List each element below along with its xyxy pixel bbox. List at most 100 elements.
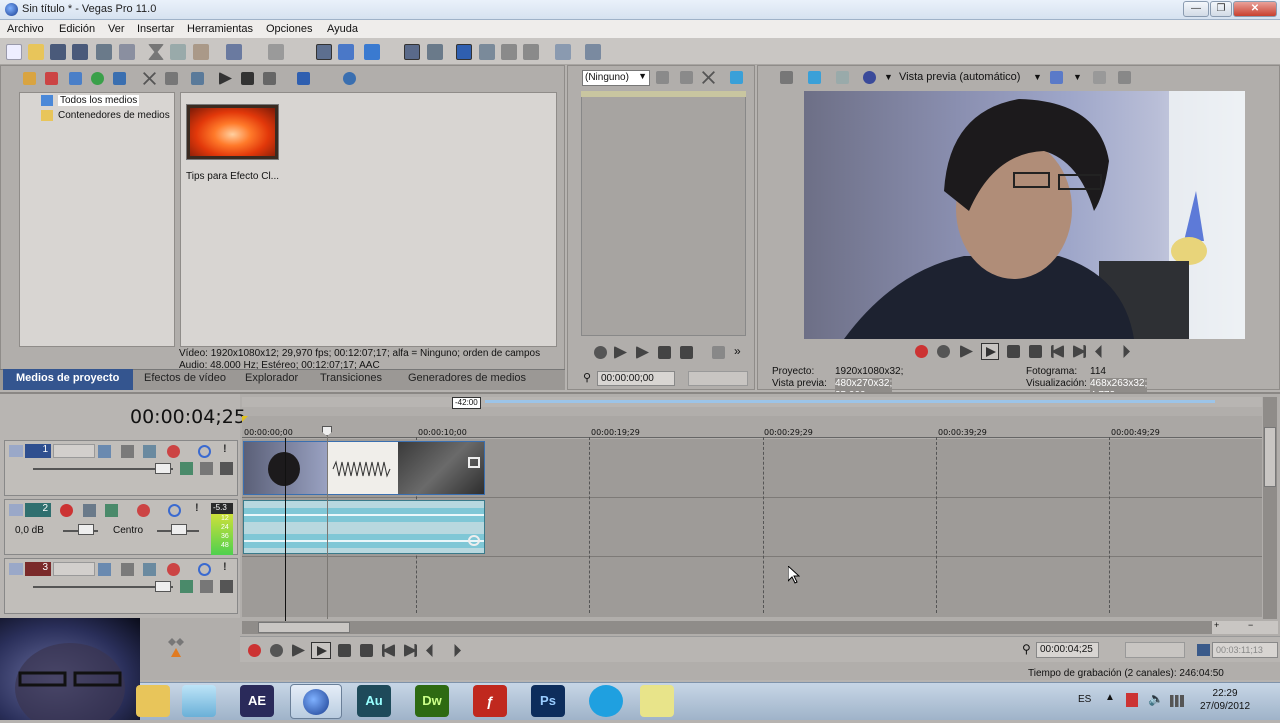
scrollbar-thumb[interactable] — [258, 622, 350, 633]
lock-envelopes-icon[interactable] — [427, 44, 443, 60]
normal-edit-tool-icon[interactable] — [316, 44, 332, 60]
copy-icon[interactable] — [170, 44, 186, 60]
track-collapse-icon[interactable] — [9, 504, 23, 516]
arm-record-icon[interactable] — [60, 504, 73, 517]
media-stop-icon[interactable] — [241, 72, 254, 85]
after-effects-icon[interactable]: AE — [240, 685, 274, 717]
tree-media-bins[interactable]: Contenedores de medios — [58, 110, 170, 121]
ignore-grouping-icon[interactable] — [479, 44, 495, 60]
make-parent-icon[interactable] — [200, 580, 213, 593]
auto-preview-icon[interactable] — [263, 72, 276, 85]
zoom-in-icon[interactable]: + — [1214, 620, 1219, 630]
undo-icon[interactable] — [226, 44, 242, 60]
go-to-start-icon[interactable] — [1051, 345, 1064, 358]
save-snapshot-icon[interactable] — [1118, 71, 1131, 84]
trimmer-play-icon[interactable] — [636, 346, 649, 359]
track-header-video-1[interactable]: 1 ! — [4, 440, 238, 496]
track-fx-gear-icon[interactable] — [167, 563, 180, 576]
audio-event[interactable] — [243, 500, 485, 554]
tab-transitions[interactable]: Transiciones — [320, 372, 382, 384]
opacity-slider-thumb[interactable] — [155, 463, 171, 474]
chevron-down-icon[interactable]: ▼ — [884, 72, 893, 82]
play-from-start-icon[interactable] — [292, 644, 305, 657]
clip-thumbnail[interactable] — [186, 104, 279, 160]
menu-opciones[interactable]: Opciones — [266, 23, 312, 35]
filezilla-icon[interactable]: ƒ — [473, 685, 507, 717]
previous-frame-icon[interactable] — [1095, 345, 1102, 358]
skype-icon[interactable] — [589, 685, 623, 717]
import-media-icon[interactable] — [23, 72, 36, 85]
help-icon[interactable] — [585, 44, 601, 60]
search-icon[interactable] — [343, 72, 356, 85]
split-screen-icon[interactable] — [836, 71, 849, 84]
media-search-icon[interactable] — [113, 72, 126, 85]
cut-icon[interactable] — [148, 44, 164, 60]
stop-icon[interactable] — [360, 644, 373, 657]
play-button[interactable] — [311, 642, 331, 659]
tray-expand-icon[interactable]: ▲ — [1105, 692, 1115, 703]
invert-phase-icon[interactable] — [83, 504, 96, 517]
make-parent-icon[interactable] — [200, 462, 213, 475]
tab-media-generators[interactable]: Generadores de medios — [408, 372, 526, 384]
network-icon[interactable] — [1170, 695, 1184, 707]
vegas-taskbar-button[interactable] — [290, 684, 342, 719]
copy-snapshot-icon[interactable] — [1093, 71, 1106, 84]
preview-quality-icon[interactable] — [863, 71, 876, 84]
mute-icon[interactable] — [198, 445, 211, 458]
script-icon[interactable] — [555, 44, 571, 60]
menu-archivo[interactable]: Archivo — [7, 23, 44, 35]
track-name-field[interactable] — [53, 562, 95, 576]
track-motion-icon[interactable] — [98, 445, 111, 458]
explorer-icon[interactable] — [136, 685, 170, 717]
go-to-start-icon[interactable] — [382, 644, 395, 657]
trimmer-add-icon[interactable] — [680, 71, 693, 84]
trimmer-more-icon[interactable]: » — [734, 344, 741, 358]
track-collapse-icon[interactable] — [9, 445, 23, 457]
track-fx-gear-icon[interactable] — [137, 504, 150, 517]
capture-icon[interactable] — [45, 72, 58, 85]
selection-tool-icon[interactable] — [364, 44, 380, 60]
crossfade-icon[interactable] — [501, 44, 517, 60]
pause-icon[interactable] — [1007, 345, 1020, 358]
playhead-cursor[interactable] — [285, 438, 286, 621]
child-track-icon[interactable] — [180, 580, 193, 593]
zoom-out-icon[interactable]: − — [1248, 620, 1253, 630]
stop-icon[interactable] — [1029, 345, 1042, 358]
tab-project-media[interactable]: Medios de proyecto — [16, 372, 119, 384]
trimmer-overwrite-icon[interactable] — [712, 346, 725, 359]
menu-edicion[interactable]: Edición — [59, 23, 95, 35]
event-fx-icon[interactable] — [468, 535, 480, 546]
redo-icon[interactable] — [268, 44, 284, 60]
play-from-start-icon[interactable] — [960, 345, 973, 358]
preview-mode[interactable]: Vista previa (automático) — [899, 71, 1020, 83]
photoshop-icon[interactable]: Ps — [531, 685, 565, 717]
save-icon[interactable] — [50, 44, 66, 60]
go-to-end-icon[interactable] — [1073, 345, 1086, 358]
menu-ayuda[interactable]: Ayuda — [327, 23, 358, 35]
track-name-field[interactable] — [53, 444, 95, 458]
pan-slider-thumb[interactable] — [171, 524, 187, 535]
next-frame-icon[interactable] — [454, 644, 461, 657]
menu-insertar[interactable]: Insertar — [137, 23, 174, 35]
trimmer-history-icon[interactable] — [656, 71, 669, 84]
maximize-button[interactable]: ❐ — [1210, 1, 1232, 17]
solo-icon[interactable]: ! — [223, 443, 227, 455]
trimmer-loop-icon[interactable] — [594, 346, 607, 359]
envelope-tool-icon[interactable] — [338, 44, 354, 60]
properties-icon[interactable] — [119, 44, 135, 60]
language-indicator[interactable]: ES — [1078, 694, 1091, 705]
media-play-icon[interactable] — [219, 72, 232, 85]
external-monitor-icon[interactable] — [808, 71, 821, 84]
volume-icon[interactable]: 🔈 — [1148, 691, 1164, 707]
trimmer-stop-icon[interactable] — [680, 346, 693, 359]
play-button[interactable] — [981, 343, 999, 360]
mute-icon[interactable] — [198, 563, 211, 576]
timeline-horizontal-scrollbar[interactable] — [242, 621, 1262, 634]
snapping-icon[interactable] — [456, 44, 472, 60]
event-pan-crop-icon[interactable] — [468, 457, 480, 468]
tab-explorer[interactable]: Explorador — [245, 372, 298, 384]
trimmer-pause-icon[interactable] — [658, 346, 671, 359]
video-event[interactable] — [243, 441, 485, 495]
chevron-down-icon[interactable]: ▼ — [1033, 72, 1042, 82]
clock[interactable]: 22:29 27/09/2012 — [1200, 687, 1250, 713]
